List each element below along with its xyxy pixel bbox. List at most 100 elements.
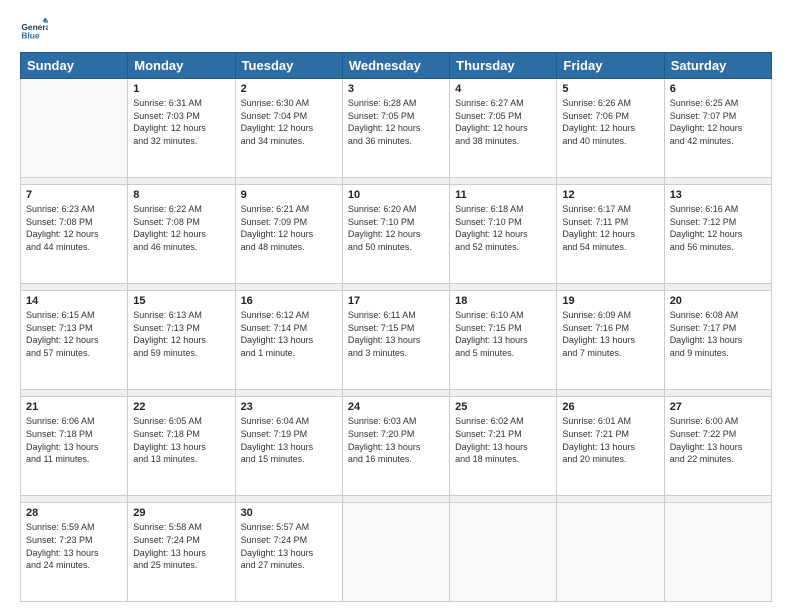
day-number: 27 [670,401,766,413]
day-number: 30 [241,507,337,519]
week-row-1: 1 Sunrise: 6:31 AM Sunset: 7:03 PM Daylig… [21,79,772,178]
day-cell: 18 Sunrise: 6:10 AM Sunset: 7:15 PM Dayli… [450,291,557,390]
day-info: Sunrise: 6:09 AM Sunset: 7:16 PM Dayligh… [562,309,658,359]
day-header-monday: Monday [128,53,235,79]
day-header-wednesday: Wednesday [342,53,449,79]
day-cell: 10 Sunrise: 6:20 AM Sunset: 7:10 PM Dayli… [342,185,449,284]
day-cell: 7Sunrise: 6:23 AM Sunset: 7:08 PM Daylig… [21,185,128,284]
day-number: 20 [670,295,766,307]
day-info: Sunrise: 6:12 AM Sunset: 7:14 PM Dayligh… [241,309,337,359]
day-cell: 29 Sunrise: 5:58 AM Sunset: 7:24 PM Dayli… [128,503,235,602]
day-number: 29 [133,507,229,519]
day-info: Sunrise: 6:20 AM Sunset: 7:10 PM Dayligh… [348,203,444,253]
day-cell [557,503,664,602]
day-cell: 22Sunrise: 6:05 AM Sunset: 7:18 PM Dayli… [128,397,235,496]
day-header-friday: Friday [557,53,664,79]
day-cell: 14 Sunrise: 6:15 AM Sunset: 7:13 PM Dayli… [21,291,128,390]
day-info: Sunrise: 6:23 AM Sunset: 7:08 PM Dayligh… [26,203,122,253]
day-info: Sunrise: 6:31 AM Sunset: 7:03 PM Dayligh… [133,97,229,147]
day-cell: 28 Sunrise: 5:59 AM Sunset: 7:23 PM Dayli… [21,503,128,602]
day-info: Sunrise: 6:08 AM Sunset: 7:17 PM Dayligh… [670,309,766,359]
week-separator [21,283,772,291]
day-number: 23 [241,401,337,413]
day-number: 6 [670,83,766,95]
svg-text:Blue: Blue [21,30,39,40]
day-cell: 27 Sunrise: 6:00 AM Sunset: 7:22 PM Dayli… [664,397,771,496]
day-cell: 25 Sunrise: 6:02 AM Sunset: 7:21 PM Dayli… [450,397,557,496]
day-info: Sunrise: 6:27 AM Sunset: 7:05 PM Dayligh… [455,97,551,147]
day-number: 5 [562,83,658,95]
day-info: Sunrise: 6:26 AM Sunset: 7:06 PM Dayligh… [562,97,658,147]
day-number: 18 [455,295,551,307]
day-cell [342,503,449,602]
day-info: Sunrise: 6:22 AM Sunset: 7:08 PM Dayligh… [133,203,229,253]
day-cell: 2 Sunrise: 6:30 AM Sunset: 7:04 PM Daylig… [235,79,342,178]
day-header-sunday: Sunday [21,53,128,79]
day-cell: 12Sunrise: 6:17 AM Sunset: 7:11 PM Dayli… [557,185,664,284]
day-cell: 5 Sunrise: 6:26 AM Sunset: 7:06 PM Daylig… [557,79,664,178]
day-cell [664,503,771,602]
day-cell [21,79,128,178]
day-info: Sunrise: 6:30 AM Sunset: 7:04 PM Dayligh… [241,97,337,147]
day-cell: 4 Sunrise: 6:27 AM Sunset: 7:05 PM Daylig… [450,79,557,178]
week-row-5: 28 Sunrise: 5:59 AM Sunset: 7:23 PM Dayli… [21,503,772,602]
day-info: Sunrise: 6:10 AM Sunset: 7:15 PM Dayligh… [455,309,551,359]
day-cell: 8 Sunrise: 6:22 AM Sunset: 7:08 PM Daylig… [128,185,235,284]
day-number: 14 [26,295,122,307]
day-cell: 13 Sunrise: 6:16 AM Sunset: 7:12 PM Dayli… [664,185,771,284]
week-row-3: 14 Sunrise: 6:15 AM Sunset: 7:13 PM Dayli… [21,291,772,390]
day-cell [450,503,557,602]
day-cell: 30 Sunrise: 5:57 AM Sunset: 7:24 PM Dayli… [235,503,342,602]
day-number: 3 [348,83,444,95]
day-header-thursday: Thursday [450,53,557,79]
day-number: 19 [562,295,658,307]
day-cell: 19 Sunrise: 6:09 AM Sunset: 7:16 PM Dayli… [557,291,664,390]
day-info: Sunrise: 6:03 AM Sunset: 7:20 PM Dayligh… [348,415,444,465]
header-row: SundayMondayTuesdayWednesdayThursdayFrid… [21,53,772,79]
day-cell: 1 Sunrise: 6:31 AM Sunset: 7:03 PM Daylig… [128,79,235,178]
day-number: 22 [133,401,229,413]
day-info: Sunrise: 6:01 AM Sunset: 7:21 PM Dayligh… [562,415,658,465]
day-cell: 15Sunrise: 6:13 AM Sunset: 7:13 PM Dayli… [128,291,235,390]
day-cell: 16 Sunrise: 6:12 AM Sunset: 7:14 PM Dayli… [235,291,342,390]
day-info: Sunrise: 6:11 AM Sunset: 7:15 PM Dayligh… [348,309,444,359]
day-info: Sunrise: 6:02 AM Sunset: 7:21 PM Dayligh… [455,415,551,465]
page: General Blue SundayMondayTuesdayWednesda… [0,0,792,612]
day-info: Sunrise: 6:06 AM Sunset: 7:18 PM Dayligh… [26,415,122,465]
day-cell: 23Sunrise: 6:04 AM Sunset: 7:19 PM Dayli… [235,397,342,496]
week-separator [21,389,772,397]
day-number: 15 [133,295,229,307]
day-info: Sunrise: 6:16 AM Sunset: 7:12 PM Dayligh… [670,203,766,253]
logo: General Blue [20,16,52,44]
day-cell: 11Sunrise: 6:18 AM Sunset: 7:10 PM Dayli… [450,185,557,284]
day-number: 24 [348,401,444,413]
day-cell: 24 Sunrise: 6:03 AM Sunset: 7:20 PM Dayli… [342,397,449,496]
week-row-4: 21 Sunrise: 6:06 AM Sunset: 7:18 PM Dayli… [21,397,772,496]
day-header-saturday: Saturday [664,53,771,79]
day-number: 25 [455,401,551,413]
day-number: 13 [670,189,766,201]
day-info: Sunrise: 5:57 AM Sunset: 7:24 PM Dayligh… [241,521,337,571]
day-header-tuesday: Tuesday [235,53,342,79]
week-separator [21,177,772,185]
day-info: Sunrise: 6:17 AM Sunset: 7:11 PM Dayligh… [562,203,658,253]
day-number: 1 [133,83,229,95]
day-number: 28 [26,507,122,519]
day-number: 9 [241,189,337,201]
logo-icon: General Blue [20,16,48,44]
day-cell: 20 Sunrise: 6:08 AM Sunset: 7:17 PM Dayli… [664,291,771,390]
day-number: 2 [241,83,337,95]
day-info: Sunrise: 6:21 AM Sunset: 7:09 PM Dayligh… [241,203,337,253]
day-info: Sunrise: 6:18 AM Sunset: 7:10 PM Dayligh… [455,203,551,253]
day-number: 8 [133,189,229,201]
header: General Blue [20,16,772,44]
day-number: 4 [455,83,551,95]
day-info: Sunrise: 6:00 AM Sunset: 7:22 PM Dayligh… [670,415,766,465]
day-info: Sunrise: 5:58 AM Sunset: 7:24 PM Dayligh… [133,521,229,571]
day-info: Sunrise: 6:15 AM Sunset: 7:13 PM Dayligh… [26,309,122,359]
day-info: Sunrise: 5:59 AM Sunset: 7:23 PM Dayligh… [26,521,122,571]
day-number: 10 [348,189,444,201]
day-number: 21 [26,401,122,413]
day-number: 16 [241,295,337,307]
calendar-header: SundayMondayTuesdayWednesdayThursdayFrid… [21,53,772,79]
